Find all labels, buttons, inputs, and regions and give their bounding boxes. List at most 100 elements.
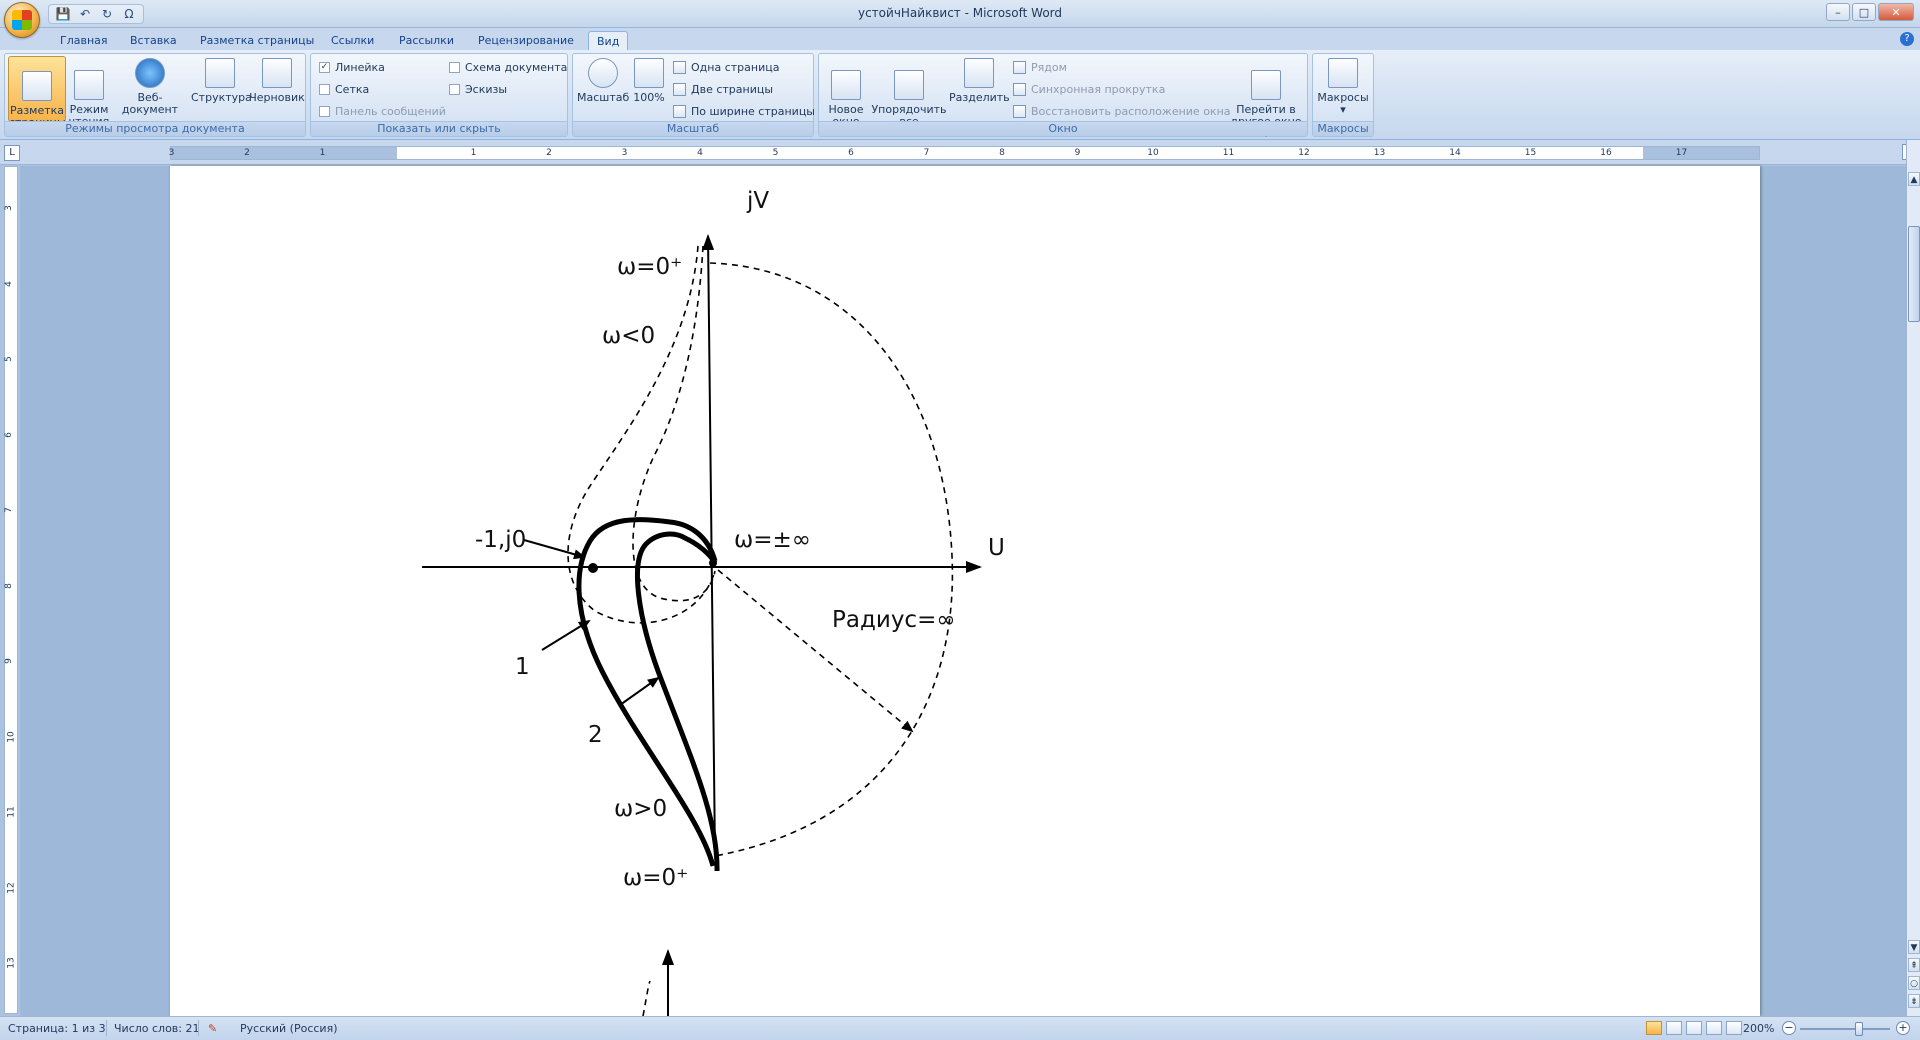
- tab-home[interactable]: Главная: [52, 31, 116, 50]
- sync-scroll-button[interactable]: Синхронная прокрутка: [1013, 80, 1165, 98]
- print-layout-button[interactable]: Разметка страницы: [8, 56, 66, 129]
- omega-positive-label: ω>0: [614, 796, 667, 822]
- page-width-button[interactable]: По ширине страницы: [673, 102, 815, 120]
- macros-button[interactable]: Макросы ▾: [1316, 56, 1370, 122]
- language-status[interactable]: Русский (Россия): [240, 1022, 338, 1035]
- ruler-number: 10: [1147, 148, 1159, 158]
- gridlines-check[interactable]: [319, 83, 330, 95]
- document-workspace: jV U ω=0⁺ ω<0 -1,j0 ω=±∞ Радиус=∞ 1 2 ω>…: [20, 166, 1906, 1017]
- group-document-views: Разметка страницы Режим чтения Веб-докум…: [4, 53, 306, 137]
- ruler-number: 5: [3, 356, 14, 362]
- switch-windows-button[interactable]: Перейти в другое окно ▾: [1227, 56, 1305, 140]
- page-count[interactable]: Страница: 1 из 3: [8, 1022, 106, 1035]
- status-divider: [198, 1020, 199, 1036]
- spelling-check-icon[interactable]: ✎: [208, 1022, 217, 1035]
- next-page-button[interactable]: ⇟: [1908, 994, 1920, 1008]
- ruler-number: 14: [1449, 148, 1461, 158]
- ruler-number: 10: [6, 730, 17, 743]
- ruler-number: 7: [3, 507, 14, 513]
- previous-page-button[interactable]: ⇞: [1908, 958, 1920, 972]
- maximize-button[interactable]: □: [1852, 3, 1876, 21]
- new-window-button[interactable]: Новое окно: [823, 56, 869, 128]
- draft-button[interactable]: Черновик: [249, 56, 305, 122]
- group-label-window: Окно: [819, 121, 1307, 136]
- tab-page-layout[interactable]: Разметка страницы: [192, 31, 322, 50]
- message-bar-check[interactable]: [319, 105, 330, 117]
- tab-insert[interactable]: Вставка: [122, 31, 185, 50]
- two-pages-icon: [673, 82, 686, 96]
- tab-review[interactable]: Рецензирование: [470, 31, 582, 50]
- tab-mailings[interactable]: Рассылки: [391, 31, 462, 50]
- browse-object-button[interactable]: ○: [1908, 976, 1920, 990]
- critical-point-arrow: [523, 539, 586, 560]
- zoom-slider-track[interactable]: [1800, 1028, 1890, 1030]
- outline-button[interactable]: Структура: [191, 56, 252, 122]
- one-page-button[interactable]: Одна страница: [673, 58, 779, 76]
- ruler-checkbox[interactable]: ✓ Линейка: [319, 58, 385, 76]
- ruler-number: 13: [6, 957, 17, 969]
- ruler-number: 2: [546, 148, 552, 158]
- zoom-slider-thumb[interactable]: [1855, 1022, 1863, 1036]
- vertical-scrollbar[interactable]: ▲ ▼ ⇞ ○ ⇟: [1906, 140, 1920, 1016]
- ruler-number: 9: [1074, 148, 1081, 158]
- ruler-right-margin: [1643, 147, 1759, 159]
- group-zoom: Масштаб 100% Одна страница Две страницы …: [572, 53, 815, 137]
- thumbnails-checkbox[interactable]: Эскизы: [449, 80, 507, 98]
- outline-view-icon[interactable]: [1706, 1021, 1722, 1035]
- tab-references[interactable]: Ссылки: [323, 31, 382, 50]
- horizontal-ruler[interactable]: 3 2 1 1 2 3 4 5 6 7 8 9 10 11 12 13 14 15 16 17: [169, 146, 1760, 160]
- next-figure-curve: [642, 980, 651, 1017]
- document-map-checkbox[interactable]: Схема документа: [449, 58, 567, 76]
- title-bar: 💾 ↶ ↻ Ω устойчНайквист - Microsoft Word …: [0, 0, 1920, 38]
- page-100-icon: [634, 58, 664, 88]
- arrange-all-button[interactable]: Упорядочить все: [869, 56, 949, 128]
- two-pages-button[interactable]: Две страницы: [673, 80, 773, 98]
- ruler-number: 1: [470, 148, 477, 158]
- zoom-level[interactable]: 200%: [1743, 1022, 1774, 1035]
- minimize-button[interactable]: –: [1826, 3, 1850, 21]
- thumbnails-check[interactable]: [449, 83, 460, 95]
- tab-view[interactable]: Вид: [588, 31, 629, 50]
- close-button[interactable]: ✕: [1878, 3, 1914, 21]
- macros-icon: [1328, 58, 1358, 88]
- ruler-check[interactable]: ✓: [319, 61, 330, 73]
- arrange-all-icon: [894, 70, 924, 100]
- ruler-number: 16: [1600, 148, 1612, 158]
- office-button[interactable]: [4, 2, 40, 38]
- reading-view-icon[interactable]: [1666, 1021, 1682, 1035]
- zoom-100-button[interactable]: 100%: [631, 56, 667, 122]
- scroll-down-button[interactable]: ▼: [1908, 940, 1920, 954]
- ruler-number: 6: [3, 431, 14, 438]
- document-page[interactable]: jV U ω=0⁺ ω<0 -1,j0 ω=±∞ Радиус=∞ 1 2 ω>…: [170, 166, 1760, 1017]
- radius-label: Радиус=∞: [832, 607, 956, 633]
- ruler-number: 7: [923, 148, 930, 158]
- document-map-check[interactable]: [449, 61, 460, 73]
- omega-zero-bottom-label: ω=0⁺: [623, 865, 688, 891]
- scroll-thumb[interactable]: [1908, 226, 1920, 322]
- reading-mode-button[interactable]: Режим чтения: [68, 56, 110, 128]
- help-icon[interactable]: ?: [1900, 32, 1914, 46]
- word-count[interactable]: Число слов: 21: [114, 1022, 200, 1035]
- gridlines-checkbox[interactable]: Сетка: [319, 80, 369, 98]
- group-label-show: Показать или скрыть: [311, 121, 567, 136]
- zoom-in-button[interactable]: +: [1896, 1021, 1910, 1035]
- side-by-side-button[interactable]: Рядом: [1013, 58, 1067, 76]
- ruler-left-margin: [171, 147, 397, 159]
- draft-view-icon[interactable]: [1726, 1021, 1742, 1035]
- split-button[interactable]: Разделить: [949, 56, 1010, 122]
- reset-window-button[interactable]: Восстановить расположение окна: [1013, 102, 1231, 120]
- zoom-out-button[interactable]: −: [1782, 1021, 1796, 1035]
- web-layout-button[interactable]: Веб-документ: [112, 56, 188, 122]
- reset-window-icon: [1013, 104, 1026, 118]
- web-view-icon[interactable]: [1686, 1021, 1702, 1035]
- status-divider: [106, 1020, 107, 1036]
- vertical-ruler[interactable]: 3 4 5 6 7 8 9 10 11 12 13: [4, 166, 18, 1014]
- tab-selector[interactable]: L: [4, 145, 20, 161]
- scroll-up-button[interactable]: ▲: [1908, 172, 1920, 186]
- ribbon: Разметка страницы Режим чтения Веб-докум…: [0, 50, 1920, 140]
- u-axis-label: U: [988, 535, 1005, 561]
- message-bar-checkbox[interactable]: Панель сообщений: [319, 102, 446, 120]
- print-layout-view-icon[interactable]: [1646, 1021, 1662, 1035]
- outline-icon: [205, 58, 235, 88]
- zoom-button[interactable]: Масштаб: [577, 56, 629, 122]
